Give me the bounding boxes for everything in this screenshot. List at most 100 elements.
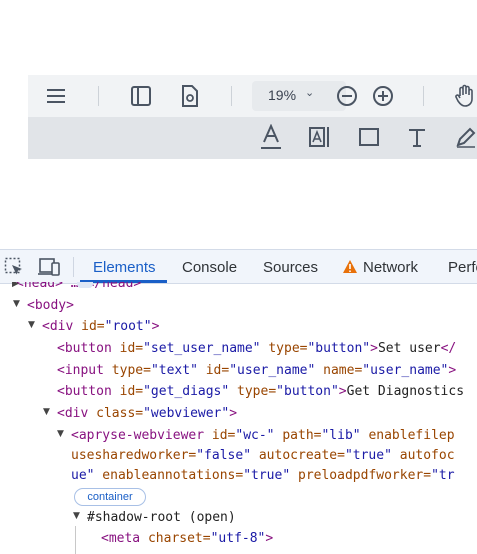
tree-node-meta[interactable]: <meta charset="utf-8"> (101, 531, 273, 547)
chevron-down-icon: ⌄ (305, 87, 315, 99)
viewer-toolbar: 19% ⌄ (28, 75, 477, 117)
rectangle-icon[interactable] (356, 124, 382, 150)
tab-performance[interactable]: Perfo (448, 259, 477, 276)
container-badge[interactable]: container (74, 488, 146, 506)
zoom-in-icon[interactable] (370, 83, 396, 109)
tree-node-shadow-root[interactable]: #shadow-root (open) (87, 510, 236, 526)
attr-value: "root" (104, 319, 152, 334)
zoom-dropdown[interactable] (252, 81, 346, 111)
ellipsis-badge[interactable] (77, 282, 93, 288)
tree-node-div-root[interactable]: <div id="root"> (42, 319, 159, 335)
attr-value: "wc-" (235, 428, 275, 443)
tree-node-body[interactable]: <body> (27, 298, 74, 314)
attr-value: "user_name" (229, 363, 316, 378)
node-text: Get Diagnostics (346, 384, 465, 399)
pan-hand-icon[interactable] (452, 83, 477, 109)
tree-node-button-set-user[interactable]: <button id="set_user_name" type="button"… (57, 341, 456, 357)
attribute-line: ue" enableannotations="true" preloadpdfw… (71, 468, 455, 484)
attr-name: path= (274, 428, 322, 443)
tag-text: > (265, 531, 274, 546)
attr-name: type= (111, 363, 151, 378)
node-text: Set user (377, 341, 441, 356)
attr-name: charset= (147, 531, 211, 546)
tree-node-input-user-name[interactable]: <input type="text" id="user_name" name="… (57, 363, 456, 379)
tag-text: <button (57, 384, 120, 399)
tag-text: > (151, 319, 160, 334)
attr-name: autocreate= (251, 448, 345, 463)
tag-text: > (338, 384, 347, 399)
tree-node-apryse-webviewer[interactable]: <apryse-webviewer id="wc-" path="lib" en… (71, 428, 455, 444)
menu-icon[interactable] (43, 83, 69, 109)
attr-name: id= (211, 428, 236, 443)
inspect-element-icon[interactable] (4, 257, 24, 282)
devtools-tab-bar: Elements Console Sources Network Perfo (0, 249, 477, 284)
free-text-icon[interactable] (307, 124, 333, 150)
tag-text: > (448, 363, 457, 378)
tab-sources[interactable]: Sources (263, 259, 318, 276)
attr-name: id= (119, 384, 144, 399)
sidebar-panel-icon[interactable] (128, 83, 154, 109)
attr-value: ue" (71, 468, 95, 483)
attr-value: "user_name" (362, 363, 449, 378)
underline-text-icon[interactable] (258, 124, 284, 150)
attr-name: type= (229, 384, 277, 399)
tree-node-div-webviewer[interactable]: <div class="webviewer"> (57, 406, 237, 422)
indent-guide (75, 526, 76, 554)
attr-value: "false" (196, 448, 252, 463)
tab-network[interactable]: Network (363, 259, 418, 276)
toolbar-divider (423, 86, 424, 106)
toolbar-divider (73, 257, 74, 277)
tag-text: </ (440, 341, 457, 356)
attr-name: autofoc (391, 448, 455, 463)
attr-name: name= (315, 363, 363, 378)
attr-value: "utf-8" (210, 531, 266, 546)
attr-name: usesharedworker= (71, 448, 197, 463)
collapse-triangle-icon[interactable]: ▼ (28, 320, 35, 330)
tree-node-button-get-diags[interactable]: <button id="get_diags" type="button">Get… (57, 384, 464, 400)
attr-name: enableannotations= (94, 468, 244, 483)
attr-name: enablefilep (360, 428, 455, 443)
collapse-triangle-icon[interactable]: ▼ (13, 299, 20, 309)
expand-triangle-icon[interactable]: ▶ (12, 282, 19, 292)
attr-value: "lib" (321, 428, 361, 443)
attr-value: "tr (431, 468, 455, 483)
text-icon[interactable] (404, 124, 430, 150)
pen-icon[interactable] (453, 124, 477, 150)
attr-name: type= (260, 341, 308, 356)
zoom-out-icon[interactable] (334, 83, 360, 109)
tab-elements[interactable]: Elements (93, 259, 156, 276)
attr-value: "true" (243, 468, 291, 483)
tag-text: <apryse-webviewer (71, 428, 212, 443)
attr-value: "text" (150, 363, 198, 378)
tag-text: > (229, 406, 238, 421)
attr-name: id= (197, 363, 230, 378)
warning-icon (342, 259, 358, 279)
collapse-triangle-icon[interactable]: ▼ (43, 407, 50, 417)
tag-text: <button (57, 341, 120, 356)
device-toolbar-icon[interactable] (37, 257, 61, 282)
tag-text: <input (57, 363, 112, 378)
attr-name: class= (96, 406, 144, 421)
annotation-toolbar (28, 117, 477, 159)
collapse-triangle-icon[interactable]: ▼ (57, 429, 64, 439)
collapse-triangle-icon[interactable]: ▼ (73, 511, 80, 521)
tag-text: <div (57, 406, 97, 421)
attribute-line: usesharedworker="false" autocreate="true… (71, 448, 455, 464)
tab-console[interactable]: Console (182, 259, 237, 276)
attr-name: id= (119, 341, 144, 356)
tag-text: > (370, 341, 378, 356)
toolbar-divider (98, 86, 99, 106)
tag-text: <meta (101, 531, 148, 546)
attr-value: "get_diags" (143, 384, 230, 399)
document-settings-icon[interactable] (177, 83, 203, 109)
attr-value: "webviewer" (143, 406, 230, 421)
elements-tree: ▶ <head> … </head> <body> ▼ <div id="roo… (0, 282, 477, 554)
attr-name: id= (81, 319, 105, 334)
tag-text: <div (42, 319, 82, 334)
attr-value: "set_user_name" (143, 341, 261, 356)
zoom-value: 19% (268, 87, 297, 103)
attr-name: preloadpdfworker= (290, 468, 432, 483)
toolbar-divider (231, 86, 232, 106)
attr-value: "button" (307, 341, 371, 356)
node-text: #shadow-root (open) (87, 510, 236, 525)
